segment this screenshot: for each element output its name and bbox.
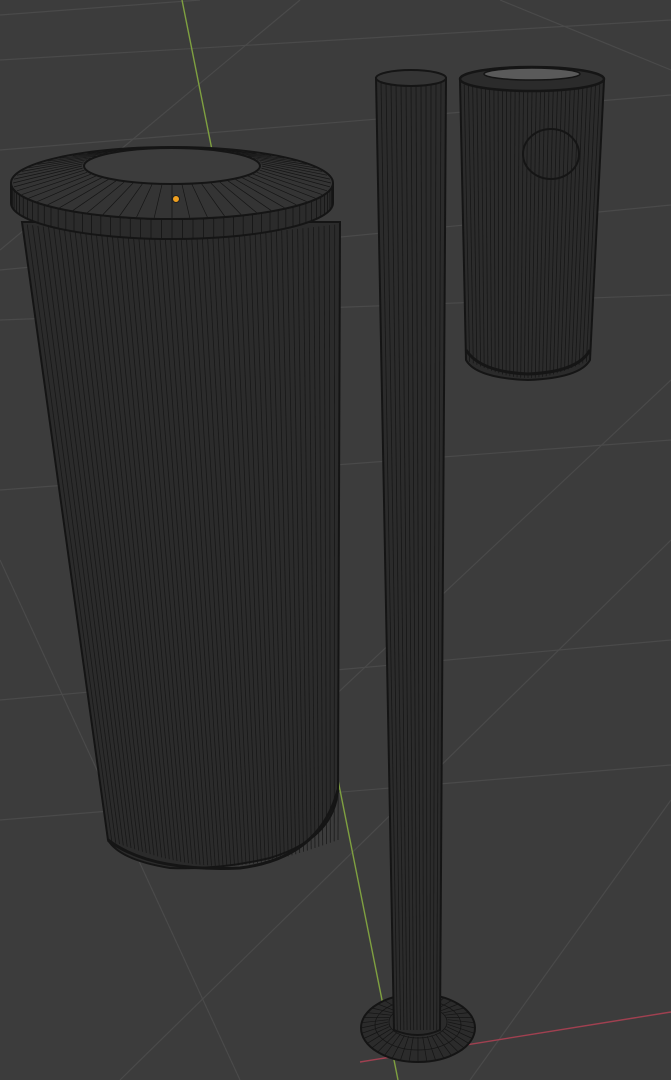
pole-top-cap[interactable] bbox=[375, 69, 447, 87]
wire-line bbox=[333, 224, 336, 842]
small-bin-opening bbox=[483, 67, 581, 81]
wire-line bbox=[505, 90, 508, 376]
viewport-canvas[interactable] bbox=[0, 0, 671, 1080]
object-origin-point bbox=[172, 195, 180, 203]
small-cylinder-bin[interactable] bbox=[458, 65, 606, 382]
large-bin-lid-opening bbox=[83, 147, 261, 185]
3d-viewport[interactable] bbox=[0, 0, 671, 1080]
